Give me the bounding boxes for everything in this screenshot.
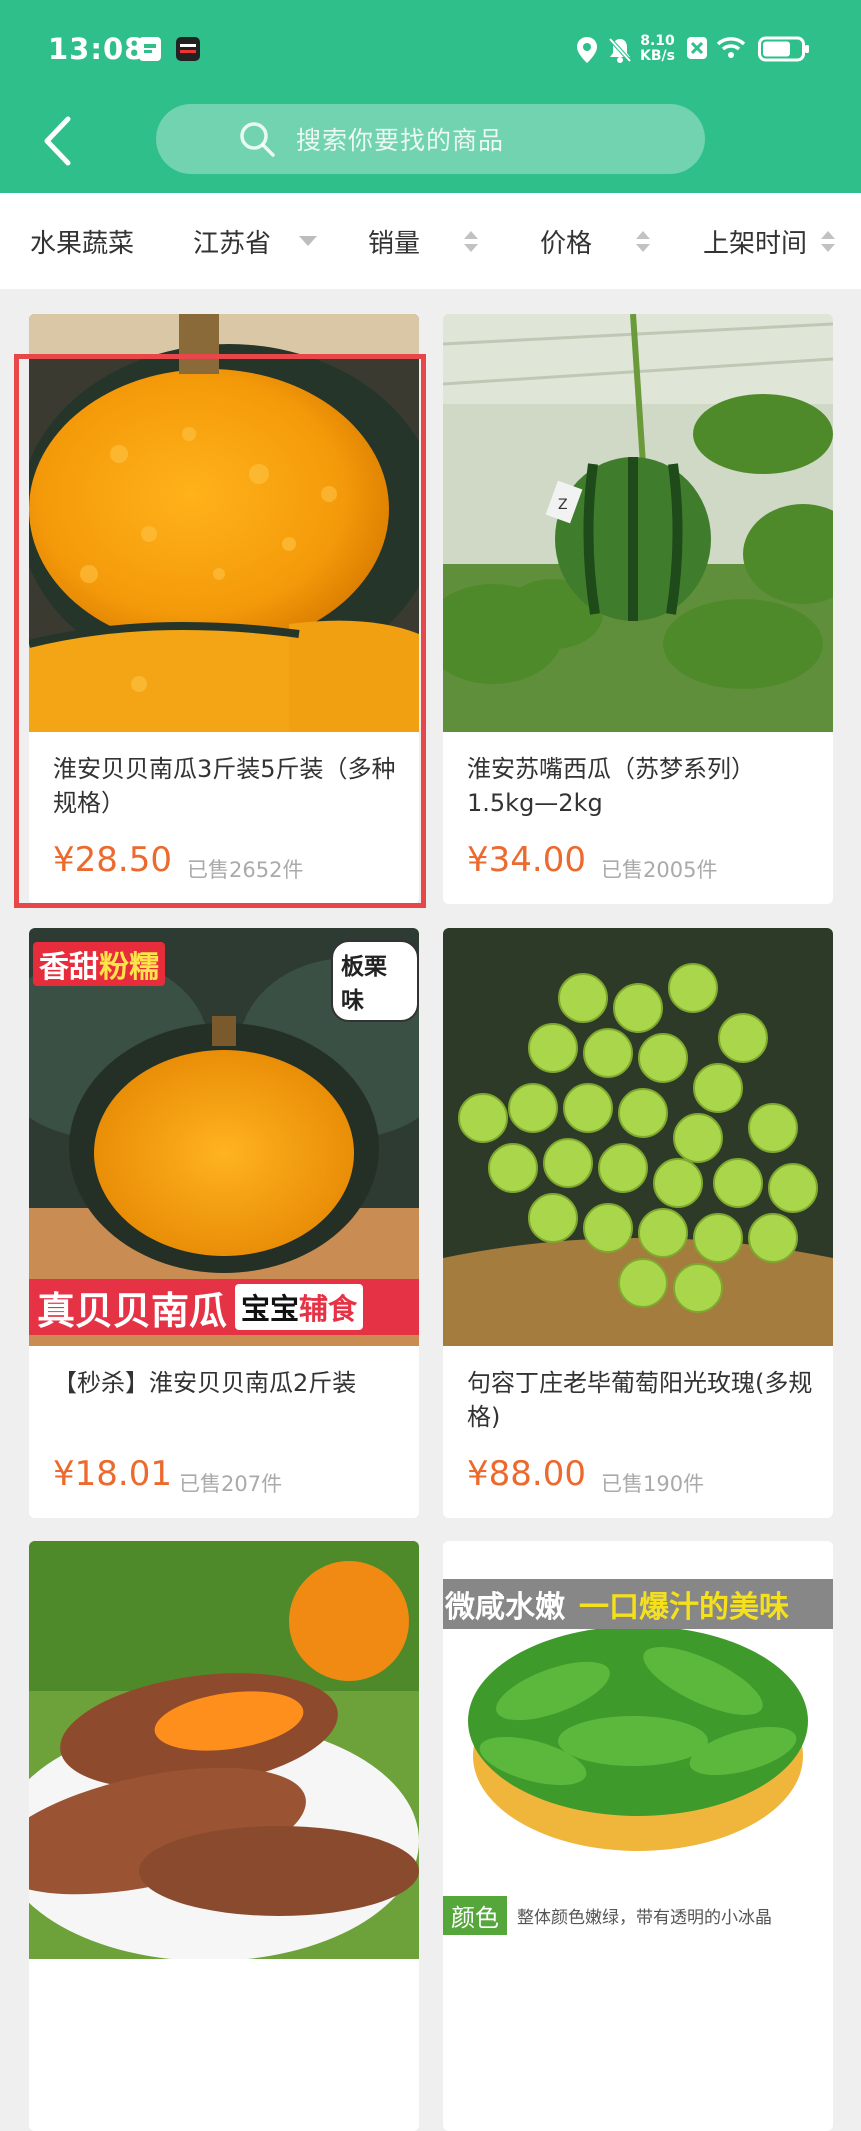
product-card[interactable] [29, 1541, 419, 2131]
product-price: ¥34.00 [467, 840, 586, 880]
filter-listing-time[interactable]: 上架时间 [703, 193, 836, 289]
image-banner: 微咸水嫩 一口爆汁的美味 [443, 1579, 833, 1629]
filter-region[interactable]: 江苏省 [193, 193, 318, 289]
product-title: 句容丁庄老毕葡萄阳光玫瑰(多规格) [467, 1369, 813, 1431]
filter-region-label: 江苏省 [193, 228, 272, 259]
location-icon [576, 36, 598, 64]
product-image: 微咸水嫩 一口爆汁的美味 颜色 整体颜色嫩绿，带有透明的小冰晶 [443, 1541, 833, 1959]
app-badge-icon [175, 36, 201, 62]
product-image: Z [443, 314, 833, 732]
back-button[interactable] [34, 112, 80, 170]
sort-arrows-icon [464, 230, 479, 252]
caption-text: 整体颜色嫩绿，带有透明的小冰晶 [517, 1907, 772, 1928]
filter-bar: 水果蔬菜 江苏省 销量 价格 上架时间 [0, 193, 861, 289]
caption-tag: 颜色 [443, 1895, 507, 1935]
image-promo-bottom: 真贝贝南瓜 宝宝 辅食 [29, 1279, 419, 1335]
image-tag-text: Z [558, 497, 568, 513]
selection-highlight-box [14, 354, 426, 908]
promo-badge: 宝宝 辅食 [235, 1284, 364, 1330]
promo-text-highlight: 粉糯 [99, 950, 159, 985]
search-placeholder: 搜索你要找的商品 [296, 126, 505, 155]
banner-text-highlight: 一口爆汁的美味 [579, 1590, 789, 1625]
sort-arrows-icon [821, 230, 836, 252]
product-image: 香甜粉糯 板栗味 真贝贝南瓜 宝宝 辅食 [29, 928, 419, 1346]
filter-sales-label: 销量 [368, 228, 421, 259]
net-speed-value: 8.10 [640, 33, 675, 49]
filter-category[interactable]: 水果蔬菜 [30, 193, 134, 289]
filter-price-label: 价格 [540, 228, 593, 259]
network-speed: 8.10 KB/s [640, 34, 675, 64]
product-sold-count: 已售190件 [601, 1472, 705, 1496]
product-sold-count: 已售207件 [179, 1472, 283, 1496]
product-image [443, 928, 833, 1346]
banner-text: 微咸水嫩 [445, 1590, 565, 1625]
filter-sales[interactable]: 销量 [368, 193, 479, 289]
status-bar: 13:08 8.10 KB/s [0, 0, 861, 100]
product-title: 淮安苏嘴西瓜（苏梦系列）1.5kg—2kg [467, 755, 755, 817]
image-promo-top-right: 板栗味 [331, 940, 419, 1022]
product-card[interactable]: 句容丁庄老毕葡萄阳光玫瑰(多规格) ¥88.00 已售190件 [443, 928, 833, 1518]
image-promo-top-left: 香甜粉糯 [33, 942, 165, 986]
net-speed-unit: KB/s [640, 48, 675, 64]
sim-card-icon [138, 36, 162, 62]
search-icon [238, 120, 276, 158]
product-price: ¥88.00 [467, 1454, 586, 1494]
status-time: 13:08 [48, 32, 146, 66]
no-sim-icon [686, 36, 708, 60]
product-price: ¥18.01 [53, 1454, 172, 1494]
filter-listing-time-label: 上架时间 [703, 228, 808, 259]
image-caption: 颜色 整体颜色嫩绿，带有透明的小冰晶 [443, 1895, 833, 1935]
mute-bell-icon [607, 36, 633, 64]
wifi-icon [716, 36, 746, 60]
battery-icon [758, 36, 810, 62]
promo-text: 宝宝 [241, 1292, 300, 1326]
promo-text: 香甜 [39, 950, 99, 985]
product-sold-count: 已售2005件 [601, 858, 718, 882]
product-card[interactable]: 微咸水嫩 一口爆汁的美味 颜色 整体颜色嫩绿，带有透明的小冰晶 [443, 1541, 833, 2131]
product-title: 【秒杀】淮安贝贝南瓜2斤装 [53, 1369, 357, 1397]
sort-arrows-icon [636, 230, 651, 252]
filter-price[interactable]: 价格 [540, 193, 651, 289]
product-image [29, 1541, 419, 1959]
top-header: 13:08 8.10 KB/s 搜索你要找的商品 [0, 0, 861, 193]
promo-text: 真贝贝南瓜 [37, 1288, 228, 1333]
product-card[interactable]: Z 淮安苏嘴西瓜（苏梦系列）1.5kg—2kg ¥34.00 已售2005件 [443, 314, 833, 904]
search-input[interactable]: 搜索你要找的商品 [156, 104, 705, 174]
dropdown-arrow-icon [299, 236, 318, 246]
product-card[interactable]: 香甜粉糯 板栗味 真贝贝南瓜 宝宝 辅食 【秒杀】淮安贝贝南瓜2斤装 ¥18.01… [29, 928, 419, 1518]
promo-text-highlight: 辅食 [299, 1292, 358, 1326]
chevron-left-icon [44, 116, 71, 166]
filter-category-label: 水果蔬菜 [30, 228, 135, 259]
